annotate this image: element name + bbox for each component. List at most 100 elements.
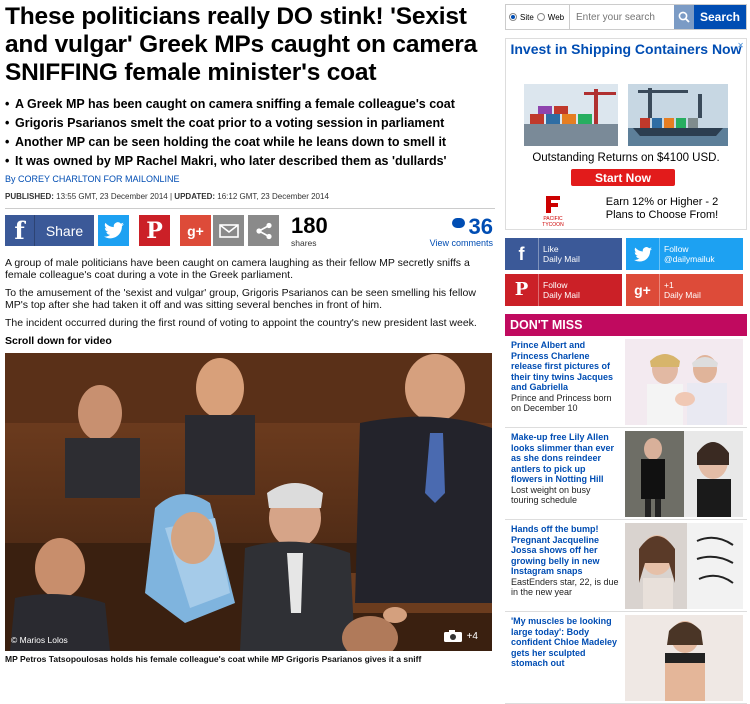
ad-title[interactable]: Invest in Shipping Containers Now [506, 42, 746, 57]
search-box: Site Web Search [505, 4, 747, 30]
google-plus-title: +1 [664, 280, 674, 290]
article-photo[interactable]: © Marios Lolos +4 [5, 353, 492, 651]
web-radio-label: Web [547, 12, 565, 22]
summary-bullet: A Greek MP has been caught on camera sni… [5, 95, 495, 114]
pinterest-icon: P [505, 274, 539, 306]
dont-miss-header: DON'T MISS [505, 314, 747, 336]
more-photos-button[interactable]: +4 [443, 629, 478, 643]
ad-logo: PACIFIC TYCOON [532, 194, 574, 228]
search-input[interactable] [570, 5, 674, 29]
twitter-follow-sub: @dailymailuk [664, 254, 715, 264]
pinterest-follow-text: Follow Daily Mail [539, 280, 580, 300]
dont-miss-text: Make-up free Lily Allen looks slimmer th… [511, 432, 619, 506]
article-paragraph: A group of male politicians have been ca… [5, 257, 470, 281]
dont-miss-item[interactable]: Prince Albert and Princess Charlene rele… [505, 338, 747, 428]
search-button[interactable]: Search [694, 5, 746, 29]
published-time: 13:55 GMT, 23 December 2014 [56, 192, 168, 201]
article-summary-bullets: A Greek MP has been caught on camera sni… [5, 95, 495, 171]
ad-earn-text: Earn 12% or Higher - 2 Plans to Choose F… [605, 196, 719, 221]
shares-count: 180 [291, 213, 328, 238]
summary-bullet: It was owned by MP Rachel Makri, who lat… [5, 152, 495, 171]
dont-miss-title[interactable]: Make-up free Lily Allen looks slimmer th… [511, 432, 614, 484]
site-radio[interactable] [509, 13, 517, 21]
facebook-like-text: Like Daily Mail [539, 244, 580, 264]
ad-ship-image [628, 84, 728, 146]
dont-miss-item[interactable]: Hands off the bump! Pregnant Jacqueline … [505, 522, 747, 612]
twitter-share-button[interactable] [98, 215, 129, 246]
dont-miss-item[interactable]: Make-up free Lily Allen looks slimmer th… [505, 430, 747, 520]
facebook-like-title: Like [543, 244, 559, 254]
comment-bubble-icon[interactable] [452, 218, 465, 228]
published-label: PUBLISHED: [5, 192, 54, 201]
facebook-icon: f [505, 238, 539, 270]
twitter-follow-text: Follow @dailymailuk [660, 244, 715, 264]
parliament-photo-illustration [5, 353, 492, 651]
dont-miss-text: Prince Albert and Princess Charlene rele… [511, 340, 619, 414]
dont-miss-thumbnail[interactable] [625, 339, 743, 425]
pinterest-follow-button[interactable]: P Follow Daily Mail [505, 274, 622, 306]
dont-miss-subtitle: EastEnders star, 22, is due in the new y… [511, 576, 619, 598]
google-plus-button[interactable]: g+ +1 Daily Mail [626, 274, 743, 306]
ad-choices-close-icon[interactable]: ✕ [737, 41, 744, 50]
camera-icon [443, 630, 462, 642]
ad-outstanding-text: Outstanding Returns on $4100 USD. [532, 152, 720, 164]
email-icon [218, 223, 239, 238]
share-bar: f Share P g+ 180 shares 36 View comments [5, 213, 495, 251]
summary-bullet: Grigoris Psarianos smelt the coat prior … [5, 114, 495, 133]
article-headline: These politicians really DO stink! 'Sexi… [5, 3, 478, 86]
byline[interactable]: By COREY CHARLTON FOR MAILONLINE [5, 174, 495, 184]
dont-miss-thumbnail[interactable] [625, 615, 743, 701]
dont-miss-thumbnail[interactable] [625, 523, 743, 609]
summary-bullet: Another MP can be seen holding the coat … [5, 133, 495, 152]
updated-label: UPDATED: [174, 192, 216, 201]
dont-miss-thumbnail[interactable] [625, 431, 743, 517]
photo-caption: MP Petros Tatsopoulosas holds his female… [5, 654, 422, 664]
facebook-like-button[interactable]: f Like Daily Mail [505, 238, 622, 270]
pinterest-icon: P [146, 217, 163, 244]
share-icon [255, 222, 272, 239]
facebook-share-button[interactable]: f Share [5, 215, 94, 246]
google-plus-sub: Daily Mail [664, 290, 701, 300]
facebook-icon: f [5, 215, 35, 246]
follow-daily-mail: f Like Daily Mail Follow @dailymailuk P Fo… [505, 238, 747, 306]
dont-miss-subtitle: Lost weight on busy touring schedule [511, 484, 591, 506]
publish-date: PUBLISHED: 13:55 GMT, 23 December 2014 |… [5, 192, 495, 201]
pacific-tycoon-logo-icon [546, 196, 560, 213]
google-plus-share-button[interactable]: g+ [180, 215, 211, 246]
photo-credit: © Marios Lolos [11, 635, 68, 645]
dont-miss-item[interactable]: 'My muscles be looking large today': Bod… [505, 614, 747, 704]
pinterest-share-button[interactable]: P [139, 215, 170, 246]
pinterest-follow-sub: Daily Mail [543, 290, 580, 300]
photo-count: +4 [466, 630, 478, 642]
facebook-share-label: Share [45, 222, 84, 239]
twitter-icon [626, 238, 660, 270]
comments-count[interactable]: 36 [469, 214, 493, 240]
date-separator: | [169, 192, 173, 201]
facebook-like-sub: Daily Mail [543, 254, 580, 264]
ad-start-now-button[interactable]: Start Now [571, 169, 675, 186]
twitter-icon [103, 222, 124, 239]
scroll-down-label: Scroll down for video [5, 335, 112, 347]
dont-miss-title[interactable]: 'My muscles be looking large today': Bod… [511, 616, 617, 668]
email-share-button[interactable] [213, 215, 244, 246]
dont-miss-title[interactable]: Prince Albert and Princess Charlene rele… [511, 340, 613, 392]
advertisement[interactable]: ✕ Invest in Shipping Containers Now Outs… [505, 38, 747, 230]
divider [5, 208, 495, 209]
view-comments-link[interactable]: View comments [430, 238, 493, 248]
dont-miss-subtitle: Prince and Princess born on December 10 [511, 392, 612, 414]
search-scope: Site Web [506, 5, 570, 29]
updated-time: 16:12 GMT, 23 December 2014 [217, 192, 329, 201]
twitter-follow-title: Follow [664, 244, 689, 254]
ad-logo-text: PACIFIC TYCOON [542, 216, 564, 228]
google-plus-icon: g+ [626, 274, 660, 306]
web-radio[interactable] [536, 13, 545, 21]
article-column: These politicians really DO stink! 'Sexi… [5, 0, 495, 664]
article-paragraph: To the amusement of the 'sexist and vulg… [5, 287, 476, 311]
search-icon[interactable] [674, 5, 694, 29]
twitter-follow-button[interactable]: Follow @dailymailuk [626, 238, 743, 270]
dont-miss-text: 'My muscles be looking large today': Bod… [511, 616, 619, 669]
dont-miss-title[interactable]: Hands off the bump! Pregnant Jacqueline … [511, 524, 600, 576]
ad-container-port-image [524, 84, 618, 146]
site-radio-label: Site [520, 12, 534, 22]
more-share-button[interactable] [248, 215, 279, 246]
